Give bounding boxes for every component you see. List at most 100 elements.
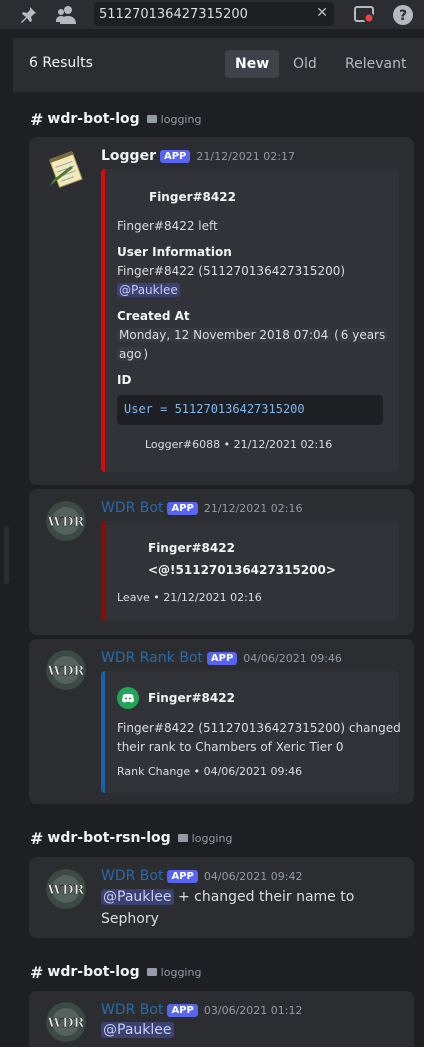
timestamp[interactable]: 21/12/2021 02:16	[204, 502, 303, 515]
author-name[interactable]: Logger	[101, 148, 156, 164]
hash-icon: #	[30, 828, 44, 848]
author-name[interactable]: WDR Bot	[101, 1002, 163, 1018]
wdr-avatar: WDR	[46, 501, 86, 541]
channel-category: logging	[160, 965, 202, 979]
wdr-avatar: WDR	[46, 869, 86, 909]
pin-icon[interactable]	[14, 0, 42, 29]
wdr-avatar: WDR	[46, 1002, 86, 1042]
embed-color-bar	[101, 521, 105, 621]
channel-name: wdr-bot-rsn-log	[47, 830, 171, 846]
embed-field-value: ago)	[117, 347, 148, 361]
embed-field-value: Monday, 12 November 2018 07:04 (6 years	[117, 328, 388, 342]
channel-header[interactable]: # wdr-bot-log logging	[30, 962, 201, 982]
code-block: User = 511270136427315200	[117, 395, 383, 425]
user-mention[interactable]: @Pauklee	[101, 1022, 174, 1038]
embed-title-line2: <@!511270136427315200>	[148, 563, 336, 577]
search-result-card[interactable]: WDR WDR Bot APP 04/06/2021 09:42 @Paukle…	[29, 857, 414, 938]
wdr-avatar: WDR	[46, 650, 86, 690]
top-toolbar: ✕ ?	[0, 0, 424, 29]
channel-category: logging	[160, 112, 202, 126]
message-content-line2: Sephory	[101, 911, 159, 927]
search-result-card[interactable]: WDR WDR Rank Bot APP 04/06/2021 09:46 Fi…	[29, 639, 414, 804]
embed-footer: Rank Change • 04/06/2021 09:46	[117, 765, 303, 778]
embed-field-name: User Information	[117, 245, 232, 259]
search-input[interactable]	[99, 2, 309, 26]
author-name[interactable]: WDR Rank Bot	[101, 650, 203, 666]
message-embed: Finger#8422 <@!511270136427315200> Leave…	[101, 521, 399, 621]
inbox-icon[interactable]	[350, 0, 378, 29]
timestamp[interactable]: 04/06/2021 09:42	[204, 870, 303, 883]
message-content: @Pauklee	[101, 1022, 174, 1038]
hash-icon: #	[30, 962, 44, 982]
message-header: WDR Bot APP 21/12/2021 02:16	[101, 500, 302, 516]
results-header: 6 Results New Old Relevant	[13, 38, 424, 92]
app-badge: APP	[167, 501, 198, 515]
discord-logo-icon	[117, 687, 139, 709]
embed-color-bar	[101, 671, 105, 793]
message-header: WDR Bot APP 03/06/2021 01:12	[101, 1002, 302, 1018]
channel-name: wdr-bot-log	[47, 111, 140, 127]
svg-text:?: ?	[399, 8, 407, 24]
results-count: 6 Results	[29, 55, 93, 71]
message-header: WDR Rank Bot APP 04/06/2021 09:46	[101, 650, 342, 666]
relative-time-cont: ago	[117, 347, 144, 361]
message-header: Logger APP 21/12/2021 02:17	[101, 148, 295, 164]
author-name[interactable]: WDR Bot	[101, 868, 163, 884]
embed-footer: Leave • 21/12/2021 02:16	[117, 591, 262, 604]
embed-title: Finger#8422	[148, 541, 235, 555]
svg-text:WDR: WDR	[47, 664, 85, 679]
message-embed: Finger#8422 Finger#8422 (511270136427315…	[101, 671, 401, 793]
embed-field-name: ID	[117, 373, 132, 387]
embed-description: Finger#8422 (511270136427315200) changed	[117, 721, 401, 735]
embed-footer: Logger#6088 • 21/12/2021 02:16	[145, 438, 333, 451]
timestamp[interactable]: 03/06/2021 01:12	[204, 1004, 303, 1017]
svg-text:WDR: WDR	[47, 1016, 85, 1031]
folder-icon	[146, 968, 157, 976]
channel-header[interactable]: # wdr-bot-log logging	[30, 109, 201, 129]
folder-icon	[177, 834, 188, 842]
user-mention[interactable]: @Pauklee	[117, 283, 180, 297]
embed-field-value: Finger#8422 (511270136427315200)	[117, 264, 346, 278]
search-result-card[interactable]: Logger APP 21/12/2021 02:17 Finger#8422 …	[29, 137, 414, 485]
channel-name: wdr-bot-log	[47, 964, 140, 980]
embed-title: Finger#8422	[148, 691, 235, 705]
members-icon[interactable]	[53, 0, 81, 29]
search-result-card[interactable]: WDR WDR Bot APP 03/06/2021 01:12 @Paukle…	[29, 991, 414, 1047]
left-gutter	[0, 29, 13, 1047]
embed-title: Finger#8422	[149, 190, 236, 204]
svg-text:WDR: WDR	[47, 515, 85, 530]
embed-field-name: Created At	[117, 309, 190, 323]
date-timestamp[interactable]: Monday, 12 November 2018 07:04	[117, 328, 331, 342]
channel-category: logging	[191, 831, 233, 845]
user-mention[interactable]: @Pauklee	[101, 889, 174, 905]
channel-header[interactable]: # wdr-bot-rsn-log logging	[30, 828, 232, 848]
embed-color-bar	[101, 169, 105, 472]
app-badge: APP	[159, 149, 191, 163]
search-box[interactable]: ✕	[94, 2, 334, 26]
svg-text:WDR: WDR	[47, 883, 85, 898]
folder-icon	[146, 115, 157, 123]
embed-description-line2: their rank to Chambers of Xeric Tier 0	[117, 740, 344, 754]
app-badge: APP	[206, 651, 238, 665]
help-icon[interactable]: ?	[389, 0, 417, 29]
message-embed: Finger#8422 Finger#8422 left User Inform…	[101, 169, 399, 472]
app-badge: APP	[167, 869, 198, 883]
code-text: User = 511270136427315200	[124, 402, 305, 416]
relative-time[interactable]: 6 years	[338, 328, 388, 342]
embed-description: Finger#8422 left	[117, 219, 218, 233]
scrollbar-thumb[interactable]	[4, 526, 9, 584]
sort-relevant-button[interactable]: Relevant	[335, 50, 416, 78]
search-result-card[interactable]: WDR WDR Bot APP 21/12/2021 02:16 Finger#…	[29, 489, 414, 635]
sort-old-button[interactable]: Old	[283, 50, 327, 78]
author-name[interactable]: WDR Bot	[101, 500, 163, 516]
hash-icon: #	[30, 109, 44, 129]
message-content: @Pauklee + changed their name to	[101, 889, 354, 905]
timestamp[interactable]: 21/12/2021 02:17	[196, 150, 295, 163]
message-header: WDR Bot APP 04/06/2021 09:42	[101, 868, 302, 884]
message-text: + changed their name to	[177, 889, 355, 905]
clear-search-icon[interactable]: ✕	[316, 5, 328, 21]
sort-new-button[interactable]: New	[225, 50, 280, 78]
app-badge: APP	[167, 1003, 198, 1017]
notepad-avatar	[46, 150, 86, 190]
timestamp[interactable]: 04/06/2021 09:46	[243, 652, 342, 665]
